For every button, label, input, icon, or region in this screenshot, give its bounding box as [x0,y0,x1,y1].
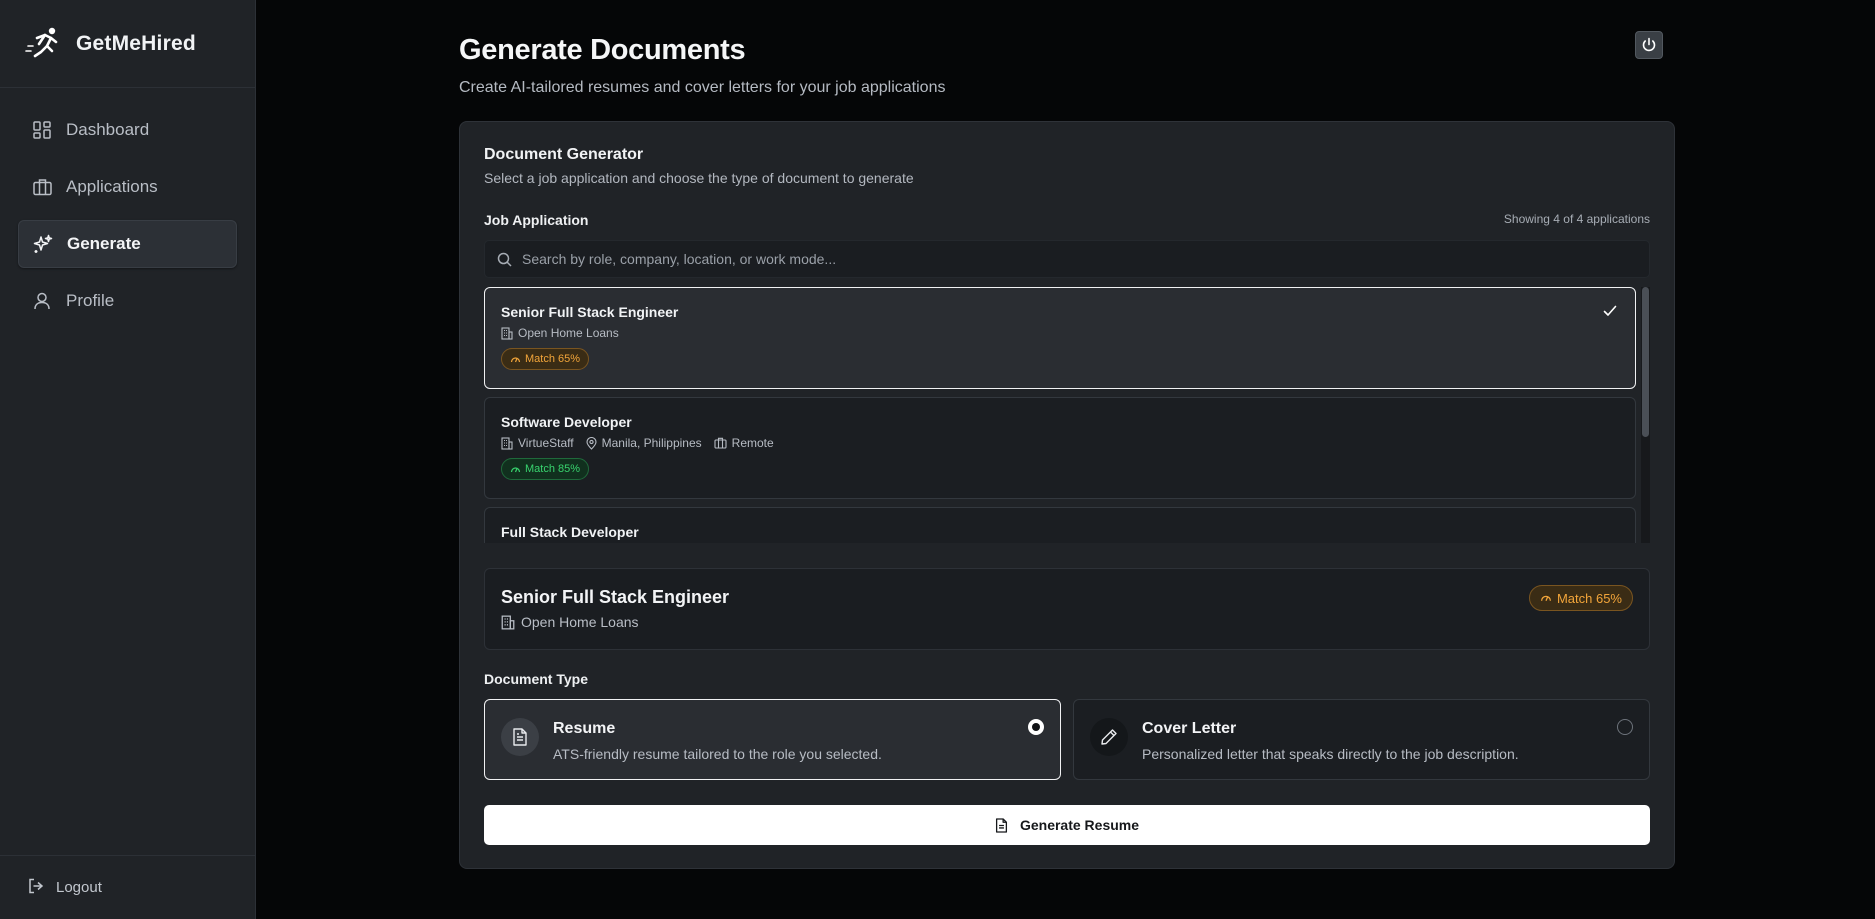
building-icon [501,326,513,340]
match-label: Match 65% [1556,590,1622,606]
power-button[interactable] [1635,31,1663,59]
work-mode-text: Remote [731,436,774,450]
briefcase-icon [32,177,52,197]
brand[interactable]: GetMeHired [0,0,255,88]
building-icon [501,436,513,450]
sidebar: GetMeHired Dashboard Applications Genera… [0,0,256,919]
sidebar-item-generate[interactable]: Generate [18,220,237,268]
card-description: Select a job application and choose the … [484,170,914,186]
location: Manila, Philippines [586,436,702,450]
job-item-full-stack-developer[interactable]: Full Stack Developer [484,507,1636,543]
logout-label: Logout [56,879,102,896]
radio-unselected[interactable] [1617,719,1633,735]
document-type-resume[interactable]: Resume ATS-friendly resume tailored to t… [484,699,1061,780]
app-name: GetMeHired [76,31,196,55]
job-application-label: Job Application [484,212,589,228]
job-search[interactable] [484,240,1650,278]
generate-button[interactable]: Generate Resume [484,805,1650,845]
document-type-name: Cover Letter [1142,720,1237,737]
location-text: Manila, Philippines [601,436,702,450]
radio-selected[interactable] [1028,719,1044,735]
selected-job-title: Senior Full Stack Engineer [501,587,730,607]
card-title: Document Generator [484,146,644,163]
company-name: Open Home Loans [518,326,619,340]
sidebar-nav: Dashboard Applications Generate Profile [0,88,255,325]
sidebar-item-profile[interactable]: Profile [18,277,237,325]
document-icon [995,817,1007,833]
sidebar-item-applications[interactable]: Applications [18,163,237,211]
location-pin-icon [586,436,597,450]
sidebar-item-label: Generate [67,234,141,253]
job-title: Software Developer [501,414,632,430]
search-input[interactable] [522,251,1622,267]
job-item-senior-full-stack-engineer[interactable]: Senior Full Stack Engineer Open Home Loa… [484,287,1636,389]
page-title: Generate Documents [459,34,746,66]
gauge-icon [510,466,521,472]
document-icon [501,718,539,756]
sidebar-item-dashboard[interactable]: Dashboard [18,106,237,154]
job-list-scrollbar[interactable] [1641,287,1650,543]
selected-job-company: Open Home Loans [501,614,1633,630]
sparkles-icon [33,234,53,254]
runner-logo-icon [24,24,64,64]
sidebar-item-label: Applications [66,177,158,196]
dashboard-icon [32,120,52,140]
power-icon [1642,37,1656,52]
work-mode: Remote [714,436,774,450]
logout-button[interactable]: Logout [0,855,256,919]
job-item-software-developer[interactable]: Software Developer VirtueStaff Manila, P… [484,397,1636,499]
job-meta: Open Home Loans [501,326,1619,340]
document-type-label: Document Type [484,671,588,687]
user-icon [32,291,52,311]
generate-button-label: Generate Resume [1019,817,1140,833]
search-icon [497,252,512,267]
scrollbar-thumb[interactable] [1642,287,1649,437]
match-label: Match 85% [525,463,581,475]
gauge-icon [510,356,521,362]
document-type-description: Personalized letter that speaks directly… [1142,746,1519,762]
company-name: VirtueStaff [518,436,574,450]
page-subtitle: Create AI-tailored resumes and cover let… [459,79,946,96]
check-icon [1603,304,1617,322]
pen-icon [1090,718,1128,756]
document-generator-card: Document Generator Select a job applicat… [459,121,1675,869]
company: VirtueStaff [501,436,574,450]
company: Open Home Loans [501,326,619,340]
document-type-name: Resume [553,720,616,737]
match-badge: Match 65% [501,348,590,370]
selected-job-summary: Senior Full Stack Engineer Open Home Loa… [484,568,1650,650]
building-icon [501,615,515,629]
sidebar-item-label: Profile [66,291,115,310]
job-list: Senior Full Stack Engineer Open Home Loa… [484,287,1650,543]
showing-count: Showing 4 of 4 applications [1503,212,1650,226]
logout-icon [28,878,44,898]
company-name: Open Home Loans [521,614,639,630]
sidebar-item-label: Dashboard [66,120,150,139]
job-title: Full Stack Developer [501,524,639,540]
gauge-icon [1540,595,1551,601]
match-label: Match 65% [525,353,581,365]
job-meta: VirtueStaff Manila, Philippines Remote [501,436,1619,450]
briefcase-icon [714,437,727,449]
job-title: Senior Full Stack Engineer [501,304,679,320]
document-type-description: ATS-friendly resume tailored to the role… [553,746,882,762]
match-badge: Match 65% [1528,585,1633,611]
document-type-cover-letter[interactable]: Cover Letter Personalized letter that sp… [1073,699,1650,780]
match-badge: Match 85% [501,458,590,480]
